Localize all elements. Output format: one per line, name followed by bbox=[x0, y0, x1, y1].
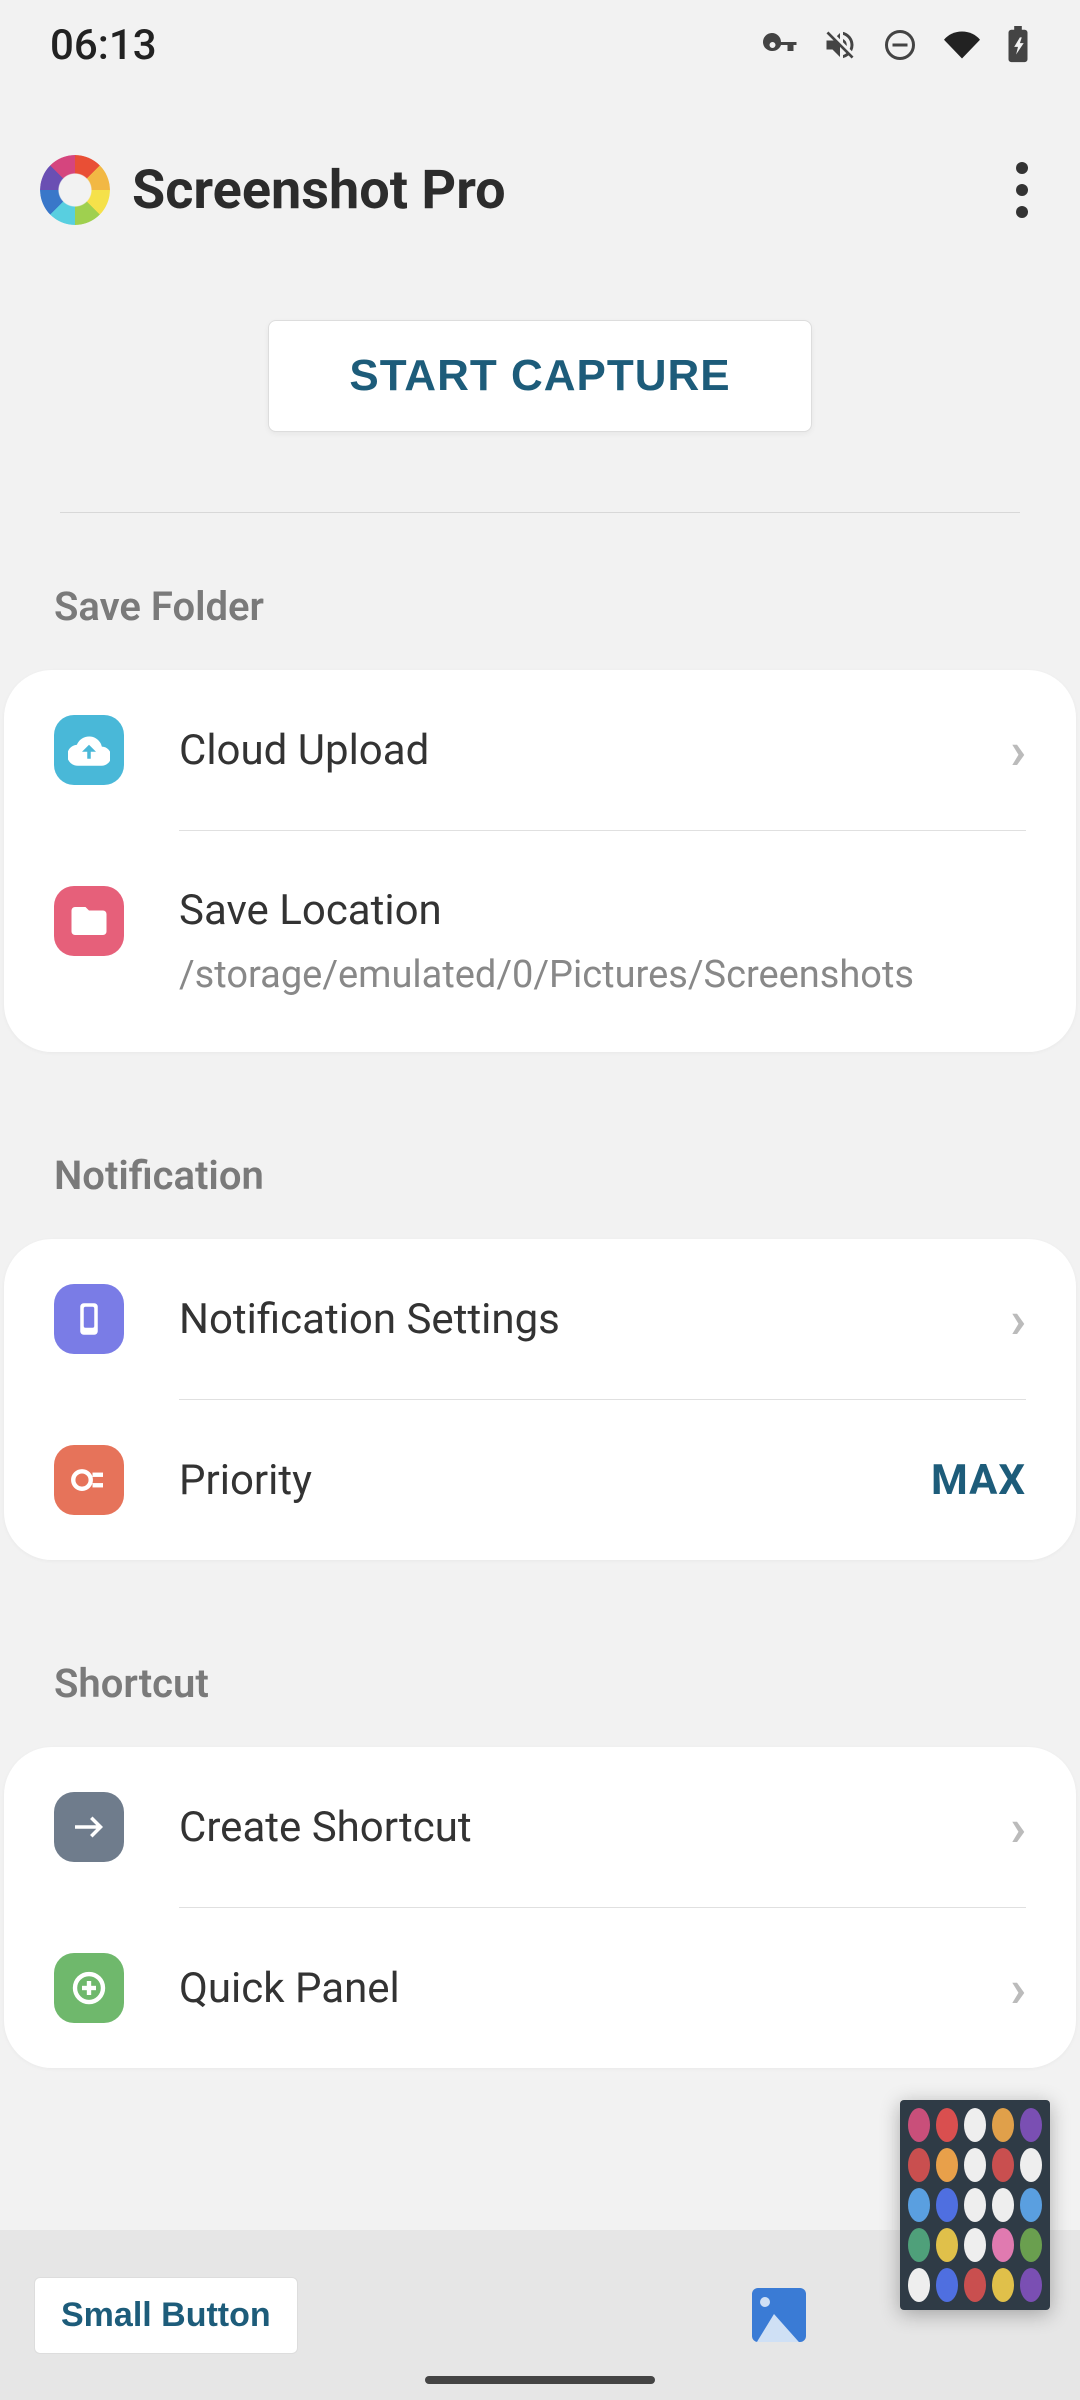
priority-icon bbox=[54, 1445, 124, 1515]
save-location-label: Save Location bbox=[179, 886, 1026, 935]
notification-card: Notification Settings › Priority MAX bbox=[4, 1239, 1076, 1560]
cloud-upload-icon bbox=[54, 715, 124, 785]
app-title: Screenshot Pro bbox=[132, 159, 506, 222]
section-header-shortcut: Shortcut bbox=[0, 1660, 1080, 1747]
clock-text: 06:13 bbox=[50, 21, 157, 70]
quick-panel-row[interactable]: Quick Panel › bbox=[4, 1908, 1076, 2068]
folder-icon bbox=[54, 886, 124, 956]
priority-value: MAX bbox=[931, 1456, 1026, 1505]
app-logo-icon bbox=[40, 155, 110, 225]
quick-panel-label: Quick Panel bbox=[179, 1964, 1010, 2013]
create-shortcut-label: Create Shortcut bbox=[179, 1803, 1010, 1852]
screenshot-thumbnail[interactable] bbox=[900, 2100, 1050, 2310]
shortcut-card: Create Shortcut › Quick Panel › bbox=[4, 1747, 1076, 2068]
battery-charging-icon bbox=[1006, 26, 1030, 64]
divider bbox=[60, 512, 1020, 513]
create-shortcut-row[interactable]: Create Shortcut › bbox=[4, 1747, 1076, 1907]
status-bar: 06:13 bbox=[0, 0, 1080, 90]
capture-button-row: START CAPTURE bbox=[0, 320, 1080, 512]
chevron-right-icon: › bbox=[1010, 1289, 1026, 1350]
cloud-upload-label: Cloud Upload bbox=[179, 726, 1010, 775]
phone-icon bbox=[54, 1284, 124, 1354]
status-icons bbox=[762, 26, 1030, 64]
mute-icon bbox=[822, 27, 858, 63]
priority-label: Priority bbox=[179, 1456, 931, 1505]
start-capture-button[interactable]: START CAPTURE bbox=[268, 320, 811, 432]
save-folder-card: Cloud Upload › Save Location /storage/em… bbox=[4, 670, 1076, 1052]
more-options-icon[interactable] bbox=[1004, 150, 1040, 230]
section-header-save-folder: Save Folder bbox=[0, 583, 1080, 670]
save-location-row[interactable]: Save Location /storage/emulated/0/Pictur… bbox=[4, 831, 1076, 1052]
notification-settings-row[interactable]: Notification Settings › bbox=[4, 1239, 1076, 1399]
shortcut-arrow-icon bbox=[54, 1792, 124, 1862]
cloud-upload-row[interactable]: Cloud Upload › bbox=[4, 670, 1076, 830]
chevron-right-icon: › bbox=[1010, 720, 1026, 781]
section-header-notification: Notification bbox=[0, 1152, 1080, 1239]
notification-settings-label: Notification Settings bbox=[179, 1295, 1010, 1344]
save-location-value: /storage/emulated/0/Pictures/Screenshots bbox=[179, 953, 1026, 997]
vpn-key-icon bbox=[762, 27, 798, 63]
app-header: Screenshot Pro bbox=[0, 90, 1080, 320]
small-button[interactable]: Small Button bbox=[34, 2277, 298, 2354]
nav-indicator bbox=[425, 2376, 655, 2384]
chevron-right-icon: › bbox=[1010, 1958, 1026, 2019]
plus-circle-icon bbox=[54, 1953, 124, 2023]
gallery-icon[interactable] bbox=[752, 2288, 806, 2342]
wifi-icon bbox=[942, 27, 982, 63]
chevron-right-icon: › bbox=[1010, 1797, 1026, 1858]
do-not-disturb-icon bbox=[882, 27, 918, 63]
priority-row[interactable]: Priority MAX bbox=[4, 1400, 1076, 1560]
